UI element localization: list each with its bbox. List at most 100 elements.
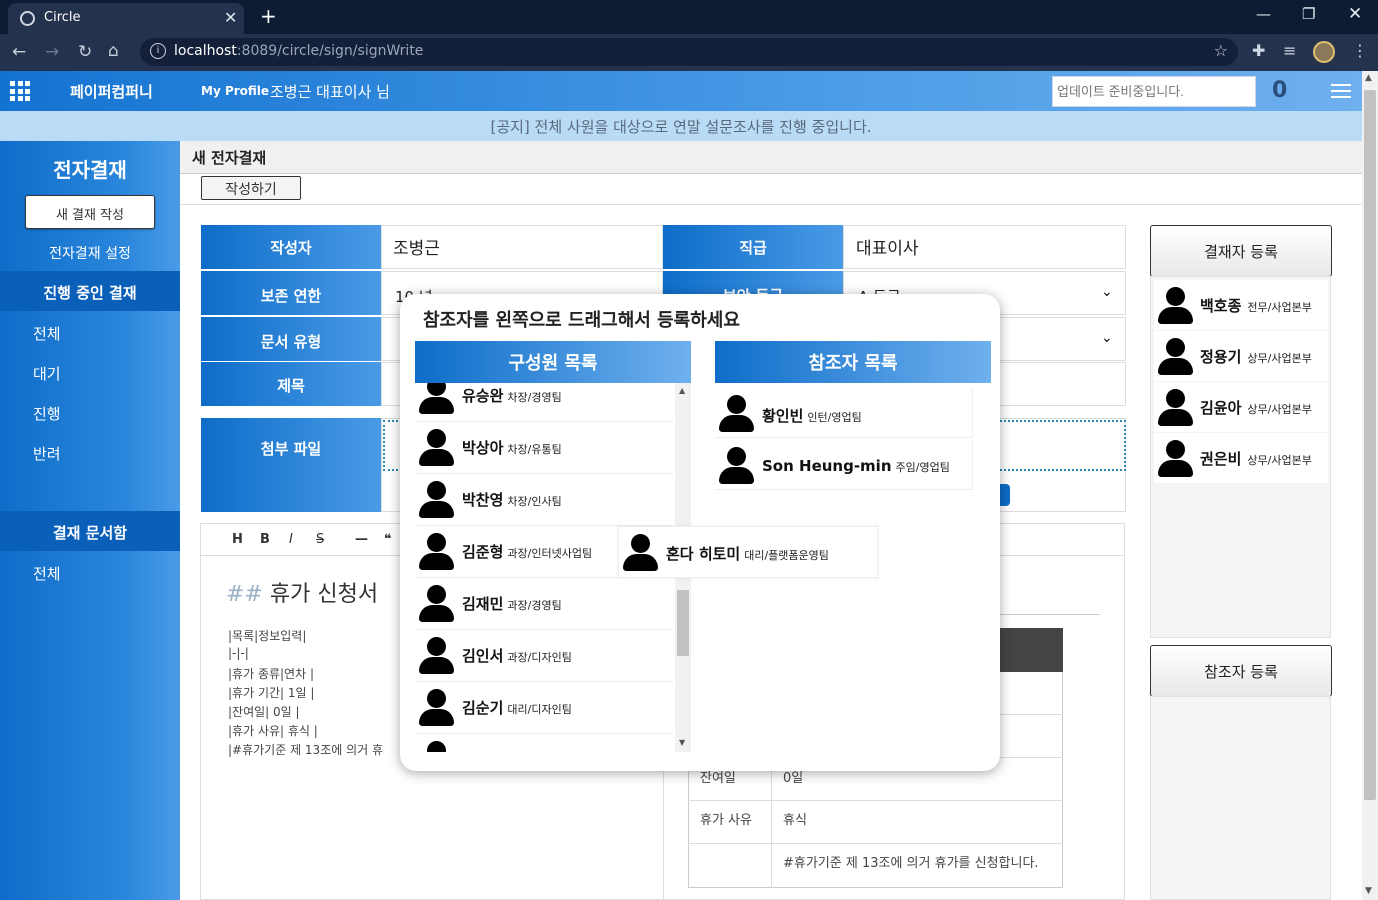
member-dept: 대리/디자인팀 [507, 703, 572, 716]
referrers-header: 참조자 목록 [715, 341, 991, 383]
sidebar-item-archive-all[interactable]: 전체 [33, 563, 61, 584]
approver-item[interactable]: 백호종 전무/사업본부 [1154, 280, 1328, 330]
member-dept: 과장/경영팀 [507, 599, 562, 612]
person-icon [718, 395, 754, 435]
approver-dept: 상무/사업본부 [1247, 454, 1312, 467]
subject-label: 제목 [201, 362, 381, 406]
quote-tool-icon[interactable]: ❝ [384, 532, 392, 547]
sidebar-item-progress[interactable]: 진행 [33, 403, 61, 424]
home-icon[interactable]: ⌂ [108, 41, 119, 61]
member-dept: 과장/인터넷사업팀 [507, 547, 593, 560]
sidebar-section-in-progress[interactable]: 진행 중인 결재 [0, 271, 180, 311]
italic-tool-icon[interactable]: I [289, 532, 293, 547]
scroll-down-icon[interactable]: ▼ [679, 738, 685, 747]
back-icon[interactable]: ← [12, 42, 26, 62]
member-item[interactable]: 김순기 대리/디자인팀 [415, 682, 673, 734]
heading-tool-icon[interactable]: H [232, 532, 243, 547]
approver-dept: 상무/사업본부 [1247, 352, 1312, 365]
new-approval-button[interactable]: 새 결재 작성 [25, 195, 155, 229]
sidebar-item-all[interactable]: 전체 [33, 323, 61, 344]
minimize-icon[interactable]: — [1256, 5, 1271, 23]
dragging-name: 혼다 히토미 [666, 545, 741, 563]
preview-value: #휴가기준 제 13조에 의거 휴가를 신청합니다. [783, 856, 1039, 871]
member-item[interactable]: 박상아 차장/유통팀 [415, 422, 673, 474]
dragging-member-item[interactable]: 혼다 히토미 대리/플랫폼운영팀 [618, 526, 878, 578]
approver-item[interactable]: 권은비 상무/사업본부 [1154, 433, 1328, 483]
my-profile-link[interactable]: My Profile [201, 84, 269, 98]
close-window-icon[interactable]: ✕ [1348, 4, 1362, 24]
referrer-dept: 인턴/영업팀 [807, 411, 862, 424]
extensions-icon[interactable]: ✚ [1252, 41, 1265, 60]
modal-title: 참조자를 왼쪽으로 드래그해서 등록하세요 [423, 310, 740, 331]
url-path: :8089/circle/sign/signWrite [236, 43, 424, 59]
member-item[interactable]: 유승완 차장/경영팀 [415, 383, 673, 422]
dragging-dept: 대리/플랫폼운영팀 [744, 549, 829, 562]
referrer-item[interactable]: Son Heung-min 주임/영업팀 [715, 440, 973, 490]
forward-icon[interactable]: → [45, 42, 59, 62]
approver-register-button[interactable]: 결재자 등록 [1150, 225, 1332, 277]
search-input[interactable] [1052, 76, 1256, 107]
reload-icon[interactable]: ↻ [78, 42, 92, 62]
sidebar-item-rejected[interactable]: 반려 [33, 443, 61, 464]
editor-heading: ## 휴가 신청서 [226, 576, 378, 608]
scroll-up-icon[interactable]: ▲ [679, 386, 685, 395]
hr-tool-icon[interactable]: — [355, 532, 368, 547]
approver-item[interactable]: 정용기 상무/사업본부 [1154, 331, 1328, 381]
write-button[interactable]: 작성하기 [201, 176, 301, 200]
restore-icon[interactable]: ❐ [1302, 5, 1315, 23]
page-header: 새 전자결재 [180, 141, 1362, 174]
scroll-down-icon[interactable]: ▼ [1365, 886, 1372, 896]
referrer-item[interactable]: 황인빈 인턴/영업팀 [715, 388, 973, 438]
strike-tool-icon[interactable]: S [316, 532, 324, 547]
author-value: 조병근 [381, 225, 663, 269]
referrer-dept: 주임/영업팀 [895, 461, 950, 474]
profile-avatar-icon[interactable] [1313, 41, 1335, 63]
person-icon [1157, 389, 1193, 429]
scroll-up-icon[interactable]: ▲ [1365, 73, 1372, 83]
new-tab-icon[interactable]: + [260, 4, 277, 28]
member-name: 유승완 [462, 387, 504, 405]
member-item[interactable]: 김재민 과장/경영팀 [415, 578, 673, 630]
approver-name: 권은비 [1200, 450, 1242, 468]
person-icon [718, 447, 754, 487]
globe-icon [20, 11, 35, 26]
hamburger-menu-icon[interactable] [1331, 84, 1351, 98]
apps-grid-icon[interactable] [10, 81, 30, 101]
reading-list-icon[interactable]: ≡ [1283, 41, 1296, 60]
person-icon [418, 429, 454, 469]
referrer-register-button[interactable]: 참조자 등록 [1150, 645, 1332, 697]
member-item[interactable]: 김인서 과장/디자인팀 [415, 630, 673, 682]
chevron-down-icon[interactable]: ⌄ [1101, 330, 1113, 346]
md-line: |잔여일| 0일 | [228, 705, 300, 719]
notice-banner: [공지] 전체 사원을 대상으로 연말 설문조사를 진행 중입니다. [0, 111, 1362, 141]
sidebar-section-archive[interactable]: 결재 문서함 [0, 511, 180, 551]
member-item-partial[interactable] [415, 734, 673, 752]
approver-item[interactable]: 김윤아 상무/사업본부 [1154, 382, 1328, 432]
member-dept: 차장/경영팀 [507, 391, 562, 404]
approver-name: 김윤아 [1200, 399, 1242, 417]
heading-text: 휴가 신청서 [269, 582, 379, 607]
md-line: |휴가 사유| 휴식 | [228, 724, 318, 738]
preview-key: 휴가 사유 [700, 813, 752, 828]
bold-tool-icon[interactable]: B [260, 532, 270, 547]
referrer-list [1150, 696, 1331, 900]
bookmark-star-icon[interactable]: ☆ [1214, 41, 1228, 60]
approval-settings-link[interactable]: 전자결재 설정 [0, 243, 180, 263]
member-item[interactable]: 박찬영 차장/인사팀 [415, 474, 673, 526]
user-name: 조병근 대표이사 님 [270, 83, 390, 101]
address-bar[interactable]: i localhost:8089/circle/sign/signWrite ☆ [140, 38, 1238, 66]
browser-tab[interactable]: Circle ✕ [8, 3, 244, 34]
members-scrollbar-thumb[interactable] [677, 590, 689, 656]
close-tab-icon[interactable]: ✕ [224, 8, 237, 27]
browser-menu-icon[interactable]: ⋮ [1352, 41, 1368, 60]
info-icon[interactable]: i [150, 43, 166, 59]
notification-count[interactable]: 0 [1272, 78, 1287, 103]
divider [180, 204, 1362, 205]
sidebar-title: 전자결재 [53, 158, 127, 182]
company-name[interactable]: 페이퍼컴퍼니 [70, 81, 153, 102]
chevron-down-icon[interactable]: ⌄ [1101, 284, 1113, 300]
page-scrollbar-thumb[interactable] [1364, 90, 1376, 800]
sidebar-item-waiting[interactable]: 대기 [33, 363, 61, 384]
approver-name: 백호종 [1200, 297, 1242, 315]
approver-dept: 전무/사업본부 [1247, 301, 1312, 314]
